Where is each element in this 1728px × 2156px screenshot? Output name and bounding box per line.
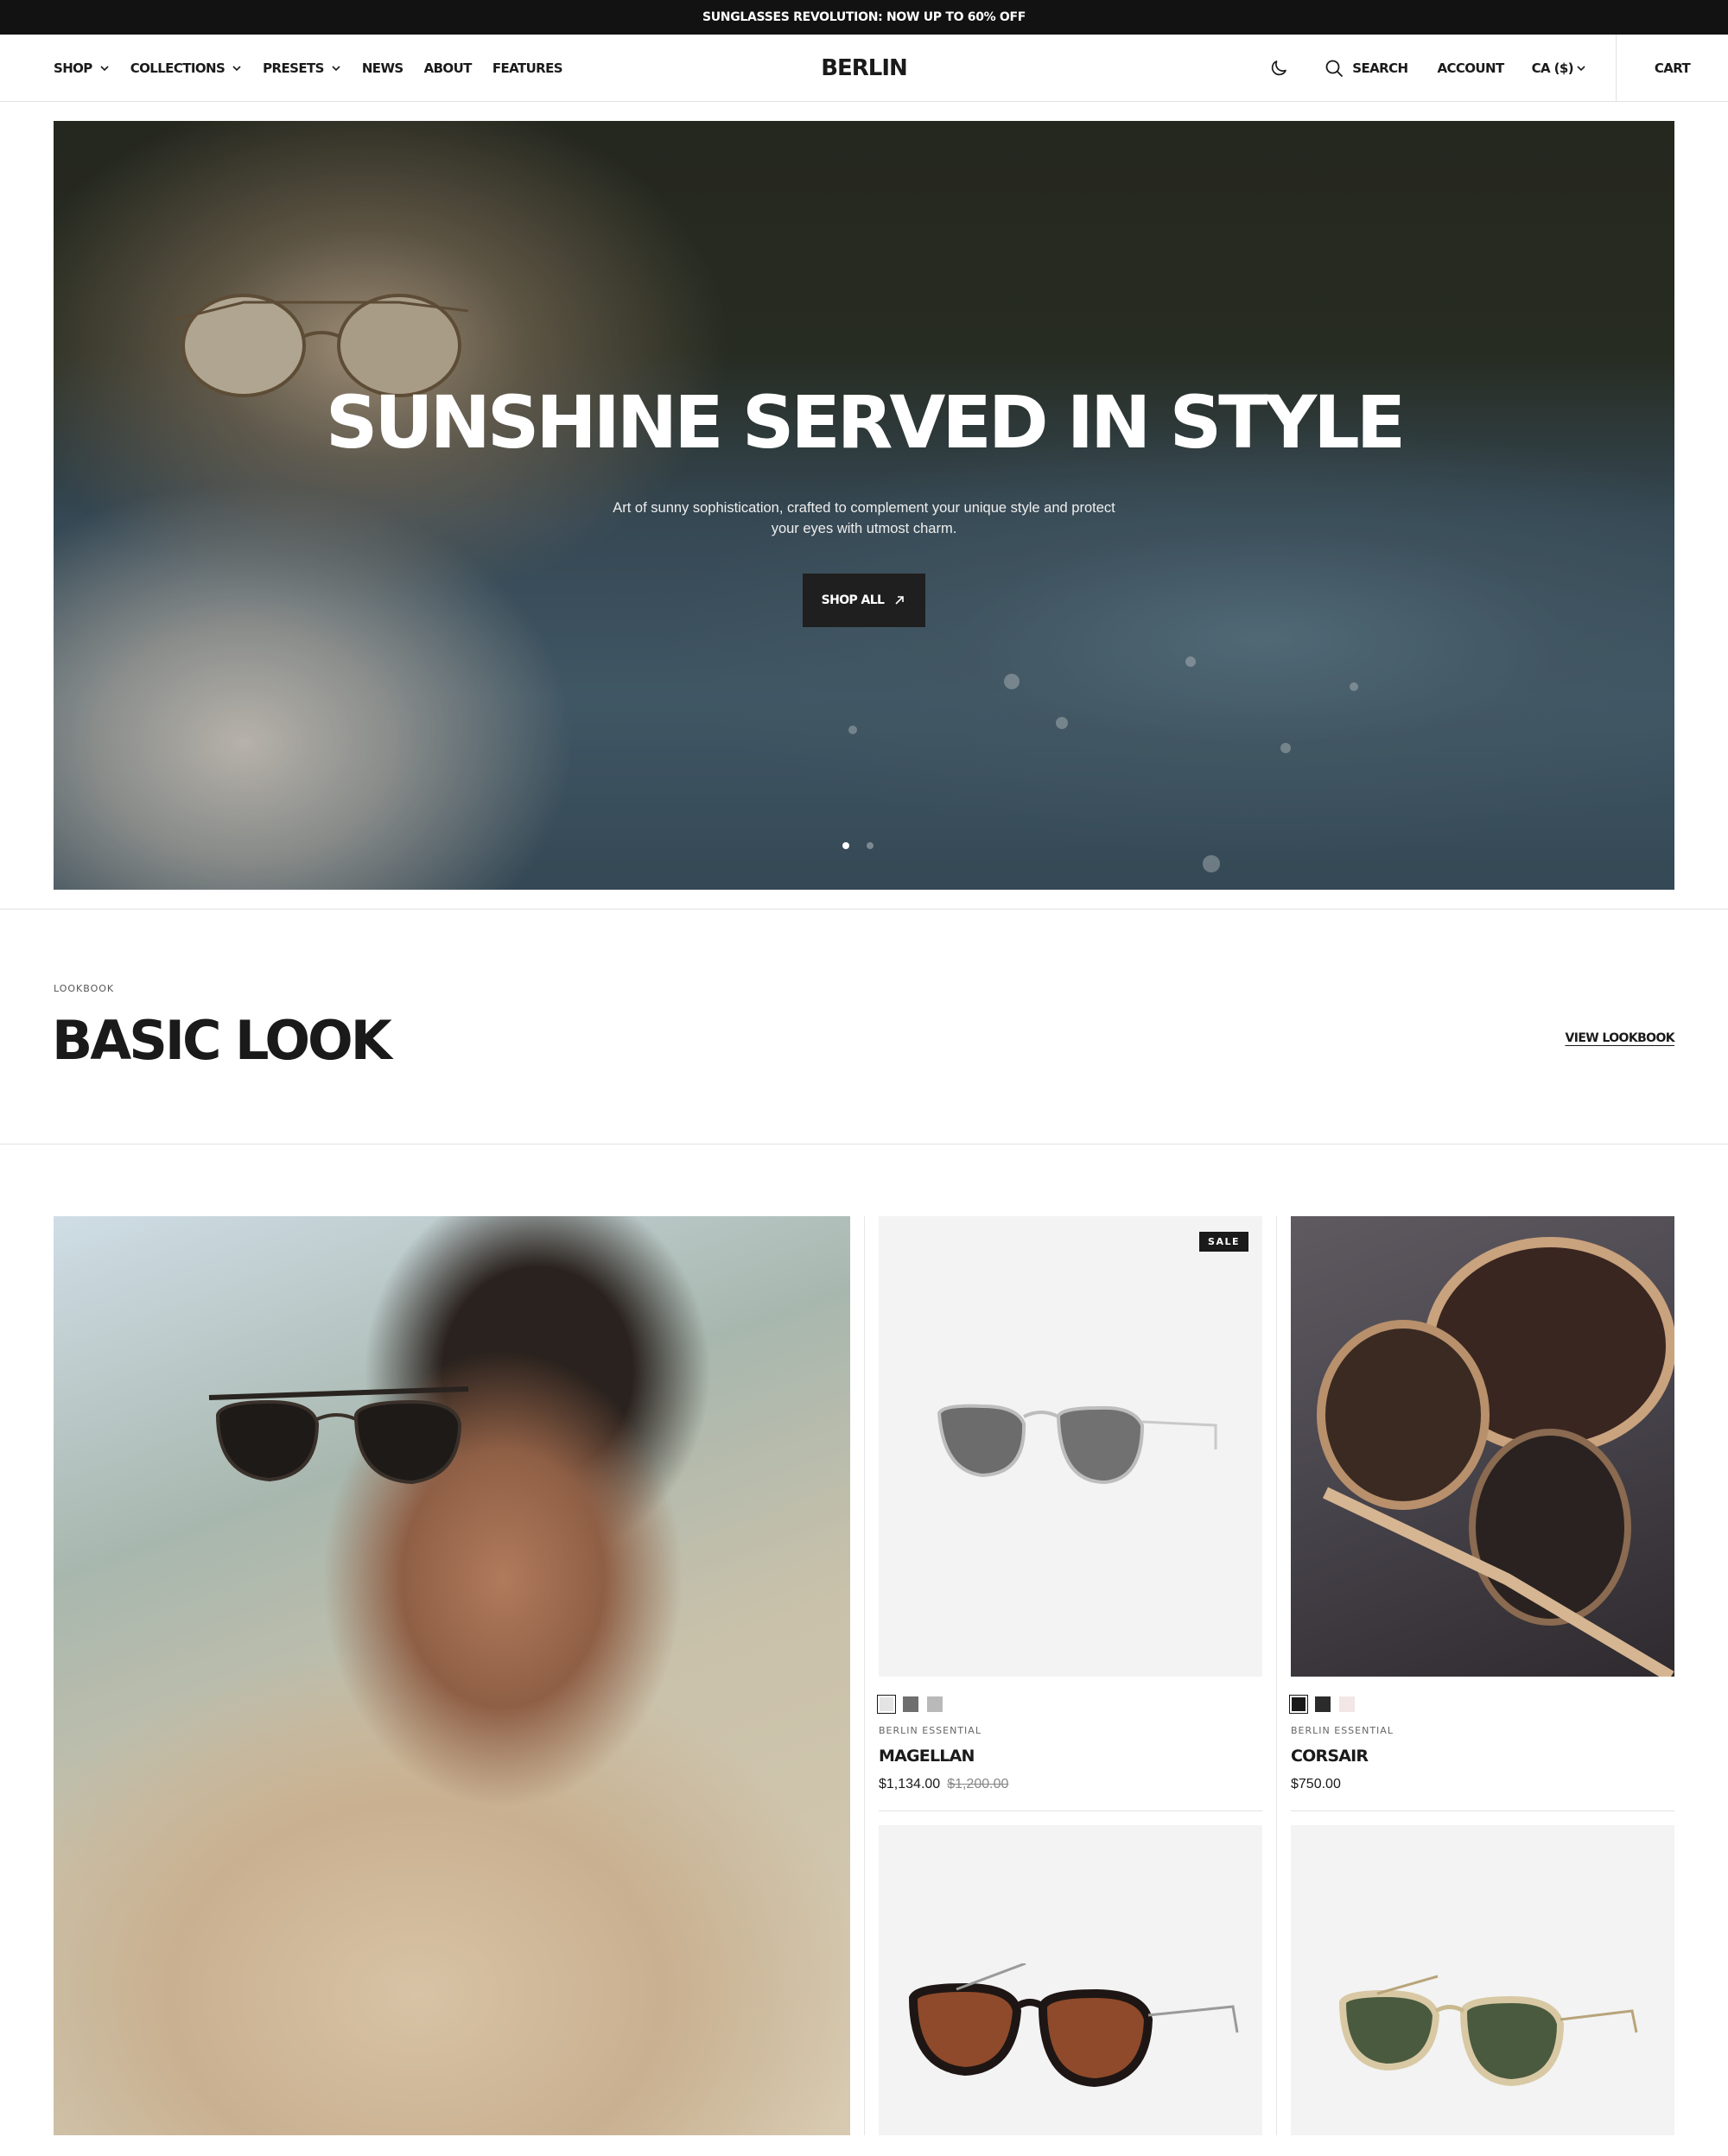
slide-dot-1[interactable] (842, 842, 849, 849)
sunglasses-graphic (908, 1963, 1239, 2088)
nav-about-label: ABOUT (423, 60, 473, 76)
nav-shop-label: SHOP (54, 60, 92, 76)
moon-icon[interactable] (1267, 57, 1290, 79)
card-divider (1291, 1810, 1674, 1811)
chevron-down-icon (1576, 63, 1586, 73)
search-button[interactable]: SEARCH (1323, 57, 1408, 79)
hero-title: SUNSHINE SERVED IN STYLE (325, 380, 1406, 465)
product-image-3[interactable] (879, 1825, 1262, 2135)
hero-slideshow: SUNSHINE SERVED IN STYLE Art of sunny so… (54, 121, 1674, 890)
nav-collections[interactable]: COLLECTIONS (130, 60, 242, 76)
product-image-corsair[interactable] (1291, 1216, 1674, 1677)
slide-dots (842, 842, 874, 849)
nav-presets[interactable]: PRESETS (263, 60, 341, 76)
grid-divider (864, 1216, 865, 2135)
swatch-3[interactable] (1339, 1696, 1355, 1712)
sunglasses-graphic (208, 1386, 469, 1485)
product-image-magellan[interactable]: SALE (879, 1216, 1262, 1677)
sale-badge: SALE (1199, 1232, 1248, 1252)
hero-subtitle: Art of sunny sophistication, crafted to … (613, 500, 1115, 536)
nav-presets-label: PRESETS (263, 60, 324, 76)
cart-button[interactable]: CART (1616, 35, 1728, 102)
product-name[interactable]: MAGELLAN (879, 1747, 975, 1766)
announcement-bar: SUNGLASSES REVOLUTION: NOW UP TO 60% OFF (0, 0, 1728, 35)
product-compare-price: $1,200.00 (947, 1777, 1009, 1791)
swatch-2[interactable] (903, 1696, 918, 1712)
cart-label: CART (1654, 60, 1691, 76)
sunglasses-graphic (1317, 1237, 1674, 1677)
nav-news[interactable]: NEWS (362, 60, 403, 76)
swatch-2[interactable] (1315, 1696, 1331, 1712)
product-brand: BERLIN ESSENTIAL (1291, 1725, 1394, 1736)
announcement-text: SUNGLASSES REVOLUTION: NOW UP TO 60% OFF (702, 10, 1026, 24)
sunglasses-graphic (937, 1404, 1217, 1485)
sunglasses-graphic (1338, 1975, 1638, 2087)
shop-all-label: SHOP ALL (821, 593, 885, 607)
lookbook-lifestyle-image[interactable] (54, 1216, 850, 2135)
product-price: $750.00 (1291, 1777, 1341, 1791)
nav-news-label: NEWS (361, 60, 403, 76)
chevron-down-icon (331, 63, 341, 73)
arrow-up-right-icon (895, 596, 905, 605)
swatch-3[interactable] (927, 1696, 943, 1712)
nav-shop[interactable]: SHOP (54, 60, 110, 76)
primary-nav: SHOP COLLECTIONS PRESETS NEWS ABOUT FEAT… (54, 35, 583, 102)
currency-label: CA ($) (1531, 60, 1574, 76)
product-price-row: $750.00 (1291, 1777, 1341, 1792)
view-lookbook-link[interactable]: VIEW LOOKBOOK (1565, 1031, 1674, 1045)
product-price-row: $1,134.00 $1,200.00 (879, 1777, 1008, 1792)
site-header: SHOP COLLECTIONS PRESETS NEWS ABOUT FEAT… (0, 35, 1728, 102)
nav-collections-label: COLLECTIONS (130, 60, 226, 76)
product-image-4[interactable] (1291, 1825, 1674, 2135)
product-name[interactable]: CORSAIR (1291, 1747, 1369, 1766)
lookbook-eyebrow: LOOKBOOK (54, 983, 115, 994)
swatch-group-corsair (1289, 1695, 1355, 1714)
nav-features[interactable]: FEATURES (492, 60, 563, 76)
divider (0, 909, 1728, 910)
swatch-group-magellan (877, 1695, 943, 1714)
nav-features-label: FEATURES (492, 60, 563, 76)
product-price: $1,134.00 (879, 1777, 941, 1791)
utility-nav: SEARCH ACCOUNT CA ($) CART (1267, 35, 1728, 102)
currency-selector[interactable]: CA ($) (1532, 60, 1586, 76)
search-label: SEARCH (1352, 60, 1408, 76)
search-icon (1323, 57, 1345, 79)
card-divider (879, 1810, 1262, 1811)
slide-dot-2[interactable] (867, 842, 874, 849)
lookbook-title: BASIC LOOK (52, 1009, 392, 1072)
chevron-down-icon (232, 63, 242, 73)
chevron-down-icon (99, 63, 110, 73)
nav-about[interactable]: ABOUT (423, 60, 473, 76)
product-brand: BERLIN ESSENTIAL (879, 1725, 982, 1736)
site-logo[interactable]: BERLIN (821, 55, 908, 81)
swatch-1[interactable] (1289, 1695, 1308, 1714)
divider (0, 1144, 1728, 1145)
grid-divider (1276, 1216, 1277, 2135)
shop-all-button[interactable]: SHOP ALL (803, 574, 925, 627)
swatch-1[interactable] (877, 1695, 896, 1714)
account-link[interactable]: ACCOUNT (1437, 60, 1504, 76)
